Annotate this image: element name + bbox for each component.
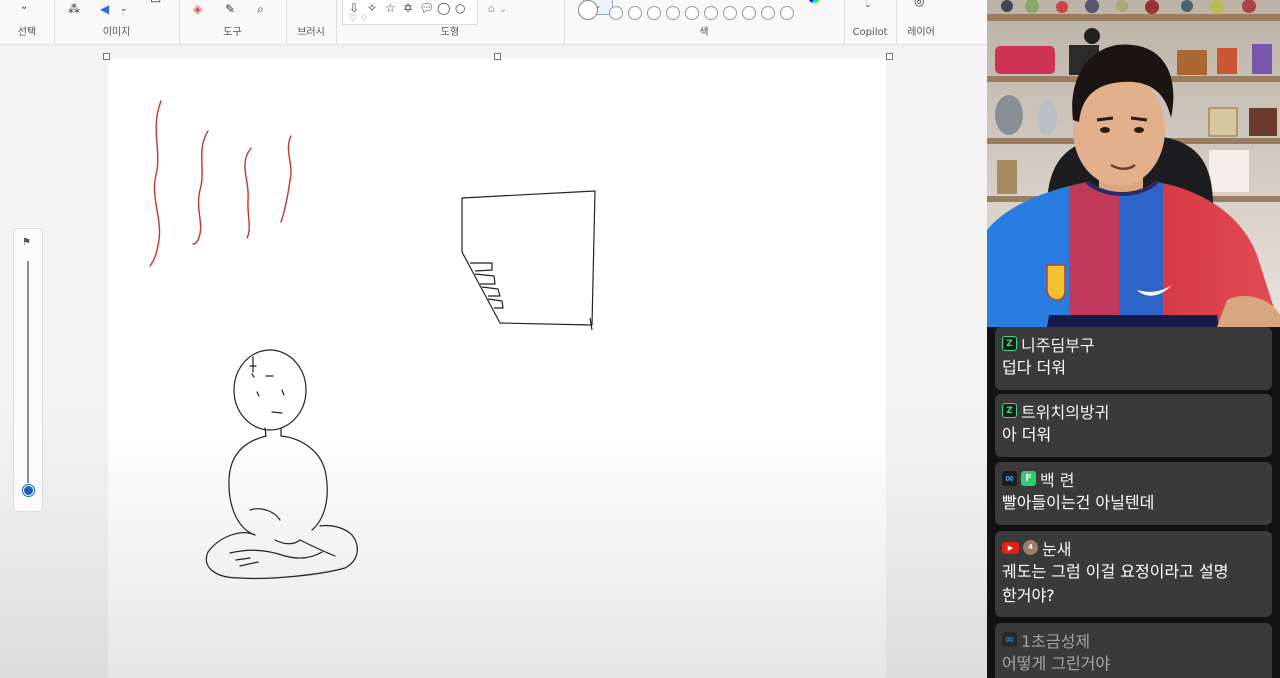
chat-username[interactable]: 백 련	[1040, 467, 1075, 491]
zoom-flag-icon: ⚑	[22, 237, 31, 248]
chat-message: ▶ 4 눈새 궤도는 그럼 이걸 요정이라고 설명 한거야?	[995, 531, 1272, 617]
heat-wave-lines	[149, 100, 292, 267]
live-chat-panel: Z 니주딤부구 덥다 더워 Z 트위치의방귀 아 더워 ∞ F 백 련 빨아들이…	[987, 327, 1280, 678]
heat-line-4	[280, 135, 292, 223]
chat-message-text: 아 더워	[1002, 425, 1052, 444]
chat-message-text: 궤도는 그럼 이걸 요정이라고 설명 한거야?	[1002, 562, 1229, 605]
heat-line-3	[244, 147, 252, 239]
chat-message-text: 어떻게 그린거야	[1002, 654, 1111, 673]
box-drawing	[461, 190, 596, 331]
canvas-drawing	[149, 100, 596, 580]
chat-username[interactable]: 눈새	[1042, 536, 1071, 560]
chat-message: Z 니주딤부구 덥다 더워	[995, 327, 1272, 390]
chzzk-badge-icon: Z	[1002, 403, 1017, 418]
zoom-slider-thumb[interactable]	[23, 485, 34, 496]
chat-username[interactable]: 트위치의방귀	[1021, 399, 1109, 423]
chat-message-header: ∞ 1초금성제	[1002, 627, 1264, 652]
youtube-badge-icon: ▶	[1002, 541, 1019, 554]
meditating-figure	[205, 349, 358, 580]
chat-message: ∞ 1초금성제 어떻게 그린거야	[995, 623, 1272, 678]
chat-message-header: ∞ F 백 련	[1002, 466, 1264, 491]
heat-line-2	[192, 130, 209, 245]
heat-line-1	[149, 100, 162, 267]
chat-username[interactable]: 니주딤부구	[1021, 332, 1095, 356]
chat-message-header: ▶ 4 눈새	[1002, 535, 1264, 560]
zoom-slider-track[interactable]	[27, 261, 29, 483]
streamer-video-frame	[987, 0, 1280, 327]
chat-message: ∞ F 백 련 빨아들이는건 아닐텐데	[995, 462, 1272, 525]
chat-message-text: 덥다 더워	[1002, 358, 1066, 377]
webcam-video	[987, 0, 1280, 327]
chat-message-text: 빨아들이는건 아닐텐데	[1002, 493, 1155, 512]
chat-message-header: Z 니주딤부구	[1002, 331, 1264, 356]
member-badge-icon: 4	[1023, 540, 1038, 555]
paint-app: ⌄ 선택 ⁂ ◀ ⌄ ▭ 이미지 ◈ ✎ ⌕ 도구 ⌄ 브러시 도형 ⇩ ✧ ☆…	[0, 0, 987, 678]
infinity-badge-icon: ∞	[1002, 471, 1017, 486]
infinity-badge-icon: ∞	[1002, 632, 1017, 647]
chzzk-badge-icon: Z	[1002, 336, 1017, 351]
chat-message-header: Z 트위치의방귀	[1002, 398, 1264, 423]
zoom-slider[interactable]: ⚑	[13, 228, 43, 512]
chat-message: Z 트위치의방귀 아 더워	[995, 394, 1272, 457]
f-badge-icon: F	[1021, 471, 1036, 486]
chat-username[interactable]: 1초금성제	[1021, 628, 1090, 652]
